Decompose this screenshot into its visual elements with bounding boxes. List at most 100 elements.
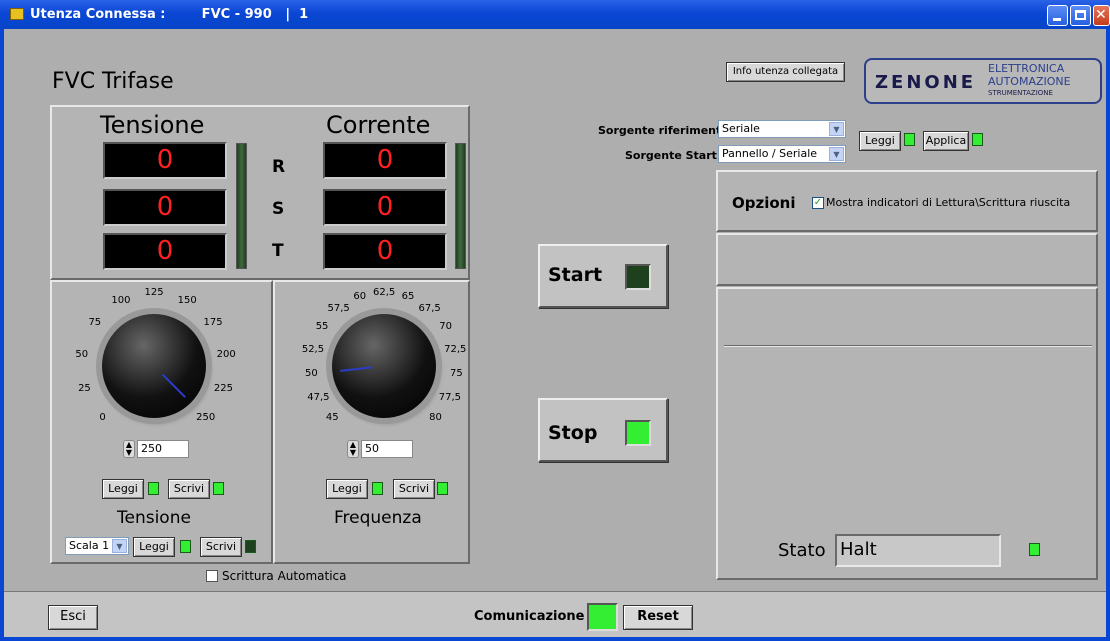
chevron-down-icon[interactable]: ▼ xyxy=(112,539,127,553)
frequenza-tick-label: 77,5 xyxy=(438,391,462,403)
tensione-tick-label: 50 xyxy=(75,348,89,360)
frequenza-tick-label: 60 xyxy=(353,291,367,303)
frequenza-tick-label: 72,5 xyxy=(444,343,467,355)
mostra-indicatori-label: Mostra indicatori di Lettura\Scrittura r… xyxy=(826,196,1071,209)
sorgente-start-select[interactable]: Pannello / Seriale ▼ xyxy=(718,145,846,163)
phase-r-label: R xyxy=(272,157,286,177)
tensione-leggi2-button[interactable]: Leggi xyxy=(133,537,175,557)
frequenza-tick-label: 55 xyxy=(315,321,329,333)
reset-button[interactable]: Reset xyxy=(623,605,693,630)
frequenza-knob-label: Frequenza xyxy=(334,508,422,528)
tensione-scrivi2-led xyxy=(245,540,256,553)
sorgente-start-label: Sorgente Start xyxy=(625,149,717,162)
frequenza-tick-label: 67,5 xyxy=(418,302,441,314)
tensione-knob-label: Tensione xyxy=(117,508,191,528)
tensione-tick-label: 175 xyxy=(203,317,223,329)
stato-led xyxy=(1029,543,1040,556)
chevron-down-icon[interactable]: ▼ xyxy=(829,147,844,161)
chevron-down-icon[interactable]: ▼ xyxy=(829,122,844,136)
frequenza-tick-label: 50 xyxy=(304,368,318,380)
sorgente-riferimento-label: Sorgente riferimento xyxy=(598,124,729,137)
opzioni-panel: Opzioni ✓ Mostra indicatori di Lettura\S… xyxy=(716,170,1098,232)
close-icon[interactable]: ✕ xyxy=(1093,5,1110,26)
start-button[interactable]: Start xyxy=(538,244,668,308)
maximize-icon[interactable] xyxy=(1070,5,1091,26)
stop-led xyxy=(625,420,651,446)
applica-button[interactable]: Applica xyxy=(923,131,969,151)
frequenza-leggi-led xyxy=(372,482,383,495)
scrittura-automatica-checkbox[interactable] xyxy=(206,570,218,582)
frequenza-knob-pointer xyxy=(340,366,373,372)
tensione-leggi-button[interactable]: Leggi xyxy=(102,479,144,499)
tensione-scrivi-led xyxy=(213,482,224,495)
tensione-tick-label: 0 xyxy=(99,411,106,423)
scala-select[interactable]: Scala 1 ▼ xyxy=(65,537,129,555)
tensione-tick-label: 225 xyxy=(213,382,234,394)
tensione-tick-label: 250 xyxy=(196,411,216,423)
corrente-r-display: 0 xyxy=(323,142,447,179)
mostra-indicatori-checkbox[interactable]: ✓ xyxy=(812,197,824,209)
frequenza-spinner-icon[interactable]: ▲ ▼ xyxy=(347,440,359,458)
frequenza-scrivi-button[interactable]: Scrivi xyxy=(393,479,435,499)
empty-panel-1 xyxy=(716,233,1098,286)
applica-led xyxy=(972,133,983,146)
frequenza-scrivi-led xyxy=(437,482,448,495)
frequenza-value-input[interactable]: 50 xyxy=(361,440,413,458)
frequenza-tick-label: 65 xyxy=(401,291,415,303)
frequenza-tick-label: 52,5 xyxy=(301,343,325,355)
phase-s-label: S xyxy=(272,199,285,219)
tensione-tick-label: 100 xyxy=(111,294,131,306)
corrente-s-display: 0 xyxy=(323,189,447,226)
tensione-tick-label: 200 xyxy=(216,348,236,360)
opzioni-title: Opzioni xyxy=(732,194,796,212)
frequenza-tick-label: 75 xyxy=(450,368,463,380)
window-title: Utenza Connessa : FVC - 990 | 1 xyxy=(30,7,309,22)
tensione-leggi2-led xyxy=(180,540,191,553)
window-titlebar: Utenza Connessa : FVC - 990 | 1 ✕ xyxy=(0,0,1110,29)
tensione-t-display: 0 xyxy=(103,233,227,270)
stato-value: Halt xyxy=(835,534,1001,567)
tensione-tick-label: 75 xyxy=(88,317,102,329)
phase-t-label: T xyxy=(272,241,284,261)
app-icon xyxy=(10,8,24,20)
comunicazione-led xyxy=(587,603,618,631)
app-title: FVC Trifase xyxy=(52,69,174,94)
tensione-level-bar xyxy=(236,143,247,269)
frequenza-tick-label: 45 xyxy=(325,411,339,423)
minimize-icon[interactable] xyxy=(1047,5,1068,26)
tensione-tick-label: 150 xyxy=(177,294,197,306)
tensione-knob[interactable]: 0 25 50 75 100 125 150 175 200 225 250 xyxy=(64,287,254,440)
frequenza-leggi-button[interactable]: Leggi xyxy=(326,479,368,499)
sorgente-leggi-button[interactable]: Leggi xyxy=(859,131,901,151)
start-led xyxy=(625,264,651,290)
corrente-title: Corrente xyxy=(326,111,431,139)
tensione-title: Tensione xyxy=(100,111,205,139)
esci-button[interactable]: Esci xyxy=(48,605,98,630)
tensione-r-display: 0 xyxy=(103,142,227,179)
frequenza-tick-label: 57,5 xyxy=(327,302,350,314)
sorgente-leggi-led xyxy=(904,133,915,146)
tensione-scrivi-button[interactable]: Scrivi xyxy=(168,479,210,499)
tensione-scrivi2-button[interactable]: Scrivi xyxy=(200,537,242,557)
divider xyxy=(724,345,1092,346)
tensione-spinner-icon[interactable]: ▲ ▼ xyxy=(123,440,135,458)
sorgente-riferimento-select[interactable]: Seriale ▼ xyxy=(718,120,846,138)
stato-label: Stato xyxy=(778,540,826,561)
scrittura-automatica-label: Scrittura Automatica xyxy=(222,569,347,583)
zenone-logo: ZENONE ELETTRONICA AUTOMAZIONE STRUMENTA… xyxy=(864,58,1102,104)
status-panel: Stato Halt xyxy=(716,287,1098,580)
comunicazione-label: Comunicazione xyxy=(474,609,585,624)
corrente-level-bar xyxy=(455,143,466,269)
frequenza-tick-label: 80 xyxy=(429,411,442,423)
frequenza-tick-label: 62,5 xyxy=(373,287,396,298)
frequenza-knob[interactable]: 45 47,5 50 52,5 55 57,5 60 62,5 65 67,5 70 72,5 75 77… xyxy=(280,287,470,440)
tensione-tick-label: 125 xyxy=(144,287,164,298)
corrente-t-display: 0 xyxy=(323,233,447,270)
frequenza-tick-label: 47,5 xyxy=(307,391,330,403)
frequenza-tick-label: 70 xyxy=(439,321,453,333)
tensione-s-display: 0 xyxy=(103,189,227,226)
info-utenza-button[interactable]: Info utenza collegata xyxy=(726,62,845,82)
stop-button[interactable]: Stop xyxy=(538,398,668,462)
tensione-value-input[interactable]: 250 xyxy=(137,440,189,458)
tensione-leggi-led xyxy=(148,482,159,495)
